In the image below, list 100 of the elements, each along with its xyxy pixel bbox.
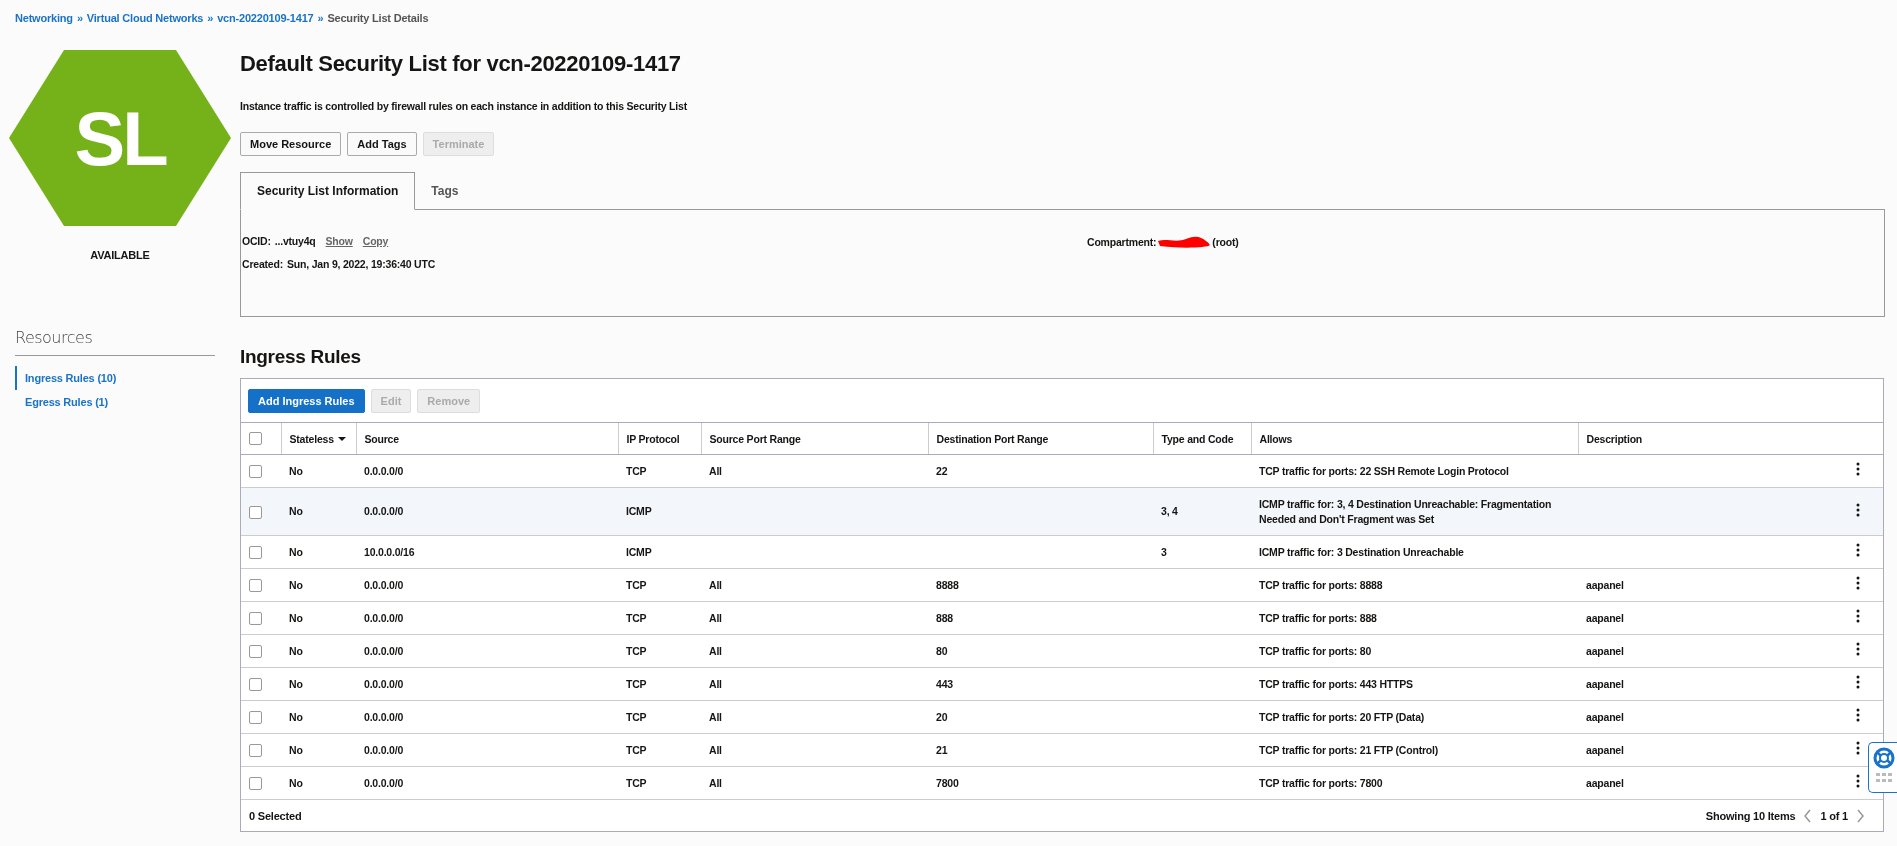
column-header[interactable]: Description	[1586, 432, 1643, 445]
table-cell: TCP	[626, 710, 647, 723]
breadcrumb-link[interactable]: Networking	[15, 12, 73, 24]
table-cell: TCP traffic for ports: 20 FTP (Data)	[1259, 710, 1425, 723]
table-cell: TCP	[626, 644, 647, 657]
table-cell: ICMP traffic for: 3, 4 Destination Unreachable: Fragmentation Needed and Don't Fragment was Set	[1259, 497, 1552, 525]
sidebar-item[interactable]: Ingress Rules (10)	[15, 366, 125, 390]
column-header[interactable]: Source	[364, 432, 399, 445]
item-count: Showing 10 Items	[1705, 809, 1796, 822]
breadcrumb-separator: »	[76, 12, 83, 24]
kebab-menu-icon[interactable]	[1856, 576, 1860, 590]
table-cell: All	[709, 743, 722, 756]
breadcrumb-link[interactable]: vcn-20220109-1417	[217, 12, 314, 24]
hexagon-icon	[9, 50, 231, 226]
table-cell: TCP traffic for ports: 888	[1259, 611, 1377, 624]
text-link[interactable]: Show	[325, 235, 353, 247]
column-header[interactable]: IP Protocol	[626, 432, 680, 445]
table-cell: aapanel	[1586, 644, 1624, 657]
table-cell: ICMP	[626, 505, 652, 517]
table-cell: TCP traffic for ports: 443 HTTPS	[1259, 677, 1413, 690]
kebab-menu-icon[interactable]	[1856, 642, 1860, 656]
page-description: Instance traffic is controlled by firewall rules on each instance in addition to this Security List	[240, 100, 688, 112]
table-cell: All	[709, 611, 722, 624]
field-label: Created:	[242, 258, 283, 270]
text-link[interactable]: Copy	[362, 235, 389, 247]
created-value: Sun, Jan 9, 2022, 19:36:40 UTC	[287, 258, 436, 270]
table-cell: aapanel	[1586, 776, 1624, 789]
table-cell: TCP traffic for ports: 7800	[1259, 776, 1383, 789]
table-cell: All	[709, 677, 722, 690]
field-label: OCID:	[242, 235, 271, 247]
table-cell: All	[709, 644, 722, 657]
table-cell: 20	[936, 710, 948, 723]
table-cell: aapanel	[1586, 743, 1624, 756]
kebab-menu-icon[interactable]	[1856, 708, 1860, 722]
checkbox[interactable]	[249, 546, 262, 560]
table-cell: 8888	[936, 578, 959, 591]
table-cell: No	[289, 578, 303, 591]
action-button[interactable]: Add Tags	[347, 132, 417, 156]
table-cell: No	[289, 505, 303, 517]
tab[interactable]: Security List Information	[240, 172, 416, 210]
checkbox[interactable]	[249, 465, 262, 479]
breadcrumb-link[interactable]: Virtual Cloud Networks	[86, 12, 204, 24]
table-cell: No	[289, 464, 303, 477]
table-cell: TCP	[626, 578, 647, 591]
column-header[interactable]: Destination Port Range	[936, 432, 1049, 445]
kebab-menu-icon[interactable]	[1856, 462, 1860, 476]
kebab-menu-icon[interactable]	[1856, 502, 1860, 517]
checkbox[interactable]	[249, 678, 262, 692]
table-cell: 0.0.0.0/0	[364, 710, 404, 723]
table-cell: TCP	[626, 743, 647, 756]
next-page-icon[interactable]	[1856, 808, 1865, 823]
table-cell: ICMP	[626, 545, 652, 558]
table-cell: 0.0.0.0/0	[364, 611, 404, 624]
kebab-menu-icon[interactable]	[1856, 675, 1860, 689]
resource-initials: SL	[74, 94, 166, 182]
sidebar-heading: Resources	[15, 328, 215, 356]
checkbox[interactable]	[249, 505, 262, 519]
help-widget[interactable]	[1868, 742, 1897, 793]
table-cell: No	[289, 644, 303, 657]
table-cell: 0.0.0.0/0	[364, 464, 404, 477]
kebab-menu-icon[interactable]	[1856, 609, 1860, 623]
sort-caret-icon[interactable]	[337, 436, 346, 441]
action-button[interactable]: Move Resource	[240, 132, 342, 156]
kebab-menu-icon[interactable]	[1856, 543, 1860, 557]
ocid-value: ...vtuy4q	[274, 235, 316, 247]
table-cell: All	[709, 776, 722, 789]
table-cell: aapanel	[1586, 677, 1624, 690]
table-cell: 443	[936, 677, 953, 690]
checkbox[interactable]	[249, 432, 262, 446]
previous-page-icon[interactable]	[1803, 808, 1813, 823]
checkbox[interactable]	[249, 612, 262, 626]
table-cell: 10.0.0.0/16	[364, 545, 415, 558]
column-header[interactable]: Stateless	[289, 432, 334, 445]
table-cell: No	[289, 611, 303, 624]
selection-count: 0 Selected	[249, 809, 302, 822]
tab[interactable]: Tags	[415, 172, 475, 210]
table-cell: 0.0.0.0/0	[364, 578, 404, 591]
page-title: Default Security List for vcn-20220109-1417	[240, 50, 682, 78]
checkbox[interactable]	[249, 777, 262, 791]
column-header[interactable]: Type and Code	[1161, 432, 1234, 445]
toolbar-button[interactable]: Add Ingress Rules	[248, 388, 365, 413]
breadcrumb-separator: »	[207, 12, 214, 24]
column-header[interactable]: Source Port Range	[709, 432, 801, 445]
kebab-menu-icon[interactable]	[1856, 741, 1860, 755]
checkbox[interactable]	[249, 579, 262, 593]
column-header[interactable]: Allows	[1259, 432, 1293, 445]
table-cell: ICMP traffic for: 3 Destination Unreachable	[1259, 545, 1464, 558]
table-cell: TCP	[626, 611, 647, 624]
table-cell: 0.0.0.0/0	[364, 743, 404, 756]
table-cell: All	[709, 710, 722, 723]
table-cell: 3, 4	[1161, 505, 1178, 517]
checkbox[interactable]	[249, 744, 262, 758]
checkbox[interactable]	[249, 711, 262, 725]
kebab-menu-icon[interactable]	[1856, 774, 1860, 788]
table-cell: 0.0.0.0/0	[364, 505, 404, 517]
table-cell: TCP traffic for ports: 8888	[1259, 578, 1383, 591]
table-cell: TCP traffic for ports: 80	[1259, 644, 1372, 657]
status-label: AVAILABLE	[90, 249, 150, 261]
checkbox[interactable]	[249, 645, 262, 659]
sidebar-item[interactable]: Egress Rules (1)	[15, 390, 116, 414]
